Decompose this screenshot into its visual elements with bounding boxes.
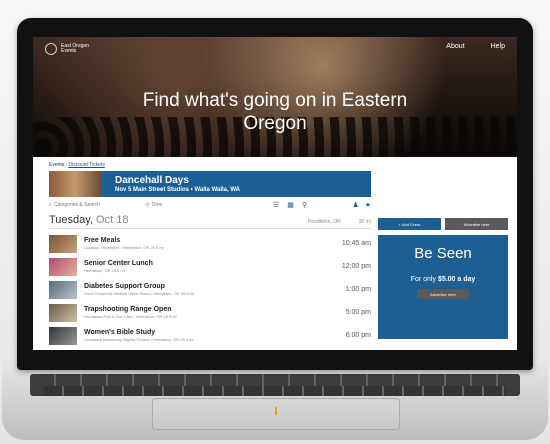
promo-box: Be Seen For only $5.00 a day Advertise h… [378,235,508,339]
logo-icon [45,43,57,55]
top-nav: About Help [446,43,505,50]
laptop-led [275,407,277,415]
view-switcher: ☰ ▦ ⚲ [273,201,307,209]
event-time: 1:00 pm [345,286,371,293]
event-thumbnail [49,234,77,253]
event-time: 6:00 pm [345,332,371,339]
promo-advertise-button[interactable]: Advertise here [417,289,469,299]
event-time: 12:00 pm [341,263,371,270]
star-icon[interactable]: ★ [365,201,371,209]
hero-banner: East Oregon Events About Help Find what'… [33,37,517,157]
time-filter[interactable]: ◷ Time [145,202,273,208]
site-logo[interactable]: East Oregon Events [45,43,89,55]
laptop-screen: East Oregon Events About Help Find what'… [33,37,517,350]
event-title: Free Meals [84,236,121,244]
event-location: Landmark Missionary Baptist Church / Her… [84,336,194,342]
breadcrumb: Events : Discount Tickets [49,162,105,168]
event-thumbnail [49,303,77,322]
location-selector[interactable]: Pendleton, OR [308,219,341,225]
grid-view-icon[interactable]: ▦ [287,201,294,209]
event-thumbnail [49,257,77,276]
event-location: Good Shepherd Medical Office Plaza / Her… [84,290,194,296]
event-location: Hermiston, OR 26.9 mi [84,267,125,273]
hero-title: Find what's going on in Eastern Oregon [142,90,408,134]
search-filter[interactable]: ⌕ Categories & Search [49,202,145,208]
event-row[interactable]: Free Meals Location, Hermiston / Hermist… [49,232,371,255]
date-day: Tuesday, [49,214,94,226]
add-event-button[interactable]: + Add Event [378,218,441,230]
date-header: Tuesday, Oct 18 Pendleton, OR 30 mi [49,214,371,229]
date-picker[interactable]: Oct 18 [96,214,128,226]
search-input: Categories & Search [53,202,100,208]
event-title: Diabetes Support Group [84,282,165,290]
search-icon: ⌕ [49,202,52,208]
time-label: Time [151,202,163,208]
event-title: Senior Center Lunch [84,259,153,267]
laptop-keyboard-row [44,386,506,396]
logo-line2: Events [61,48,77,54]
promo-prefix: For only [410,276,436,283]
promo-title: Be Seen [414,245,472,262]
filter-toolbar: ⌕ Categories & Search ◷ Time ☰ ▦ ⚲ ♟ ★ [49,200,371,210]
event-location: Location, Hermiston / Hermiston, OR 26.9… [84,244,164,250]
promo-price-line: For only $5.00 a day [378,276,508,283]
breadcrumb-prefix: Events : [49,162,68,168]
event-list: Free Meals Location, Hermiston / Hermist… [49,232,371,347]
user-icon[interactable]: ♟ [352,201,358,209]
event-time: 5:00 pm [345,309,371,316]
clock-icon: ◷ [145,202,150,208]
event-title: Women's Bible Study [84,328,156,336]
event-row[interactable]: Senior Center Lunch Hermiston, OR 26.9 m… [49,255,371,278]
event-title: Trapshooting Range Open [84,305,172,313]
event-location: Hermiston Rod & Gun Club / Hermiston, OR… [84,313,177,319]
distance-selector[interactable]: 30 mi [359,219,371,225]
featured-event-image [49,171,101,197]
nav-about[interactable]: About [446,43,464,50]
featured-event-title: Dancehall Days [115,174,189,186]
map-pin-icon[interactable]: ⚲ [302,201,307,209]
promo-price: $5.00 a day [437,276,476,283]
featured-event-subtitle: Nov 5 Main Street Studios • Walla Walla,… [115,186,241,193]
divider [33,157,517,161]
event-time: 10:45 am [341,240,371,247]
list-view-icon[interactable]: ☰ [273,201,279,209]
event-row[interactable]: Diabetes Support Group Good Shepherd Med… [49,278,371,301]
event-thumbnail [49,280,77,299]
event-row[interactable]: Women's Bible Study Landmark Missionary … [49,324,371,347]
featured-event-card[interactable]: Dancehall Days Nov 5 Main Street Studios… [49,171,371,197]
event-thumbnail [49,326,77,345]
advertise-button[interactable]: Advertise here [445,218,508,230]
nav-help[interactable]: Help [491,43,505,50]
event-row[interactable]: Trapshooting Range Open Hermiston Rod & … [49,301,371,324]
discount-tickets-link[interactable]: Discount Tickets [68,162,104,168]
toolbar-actions: ♟ ★ [352,201,371,209]
sidebar-buttons: + Add Event Advertise here [378,218,508,230]
